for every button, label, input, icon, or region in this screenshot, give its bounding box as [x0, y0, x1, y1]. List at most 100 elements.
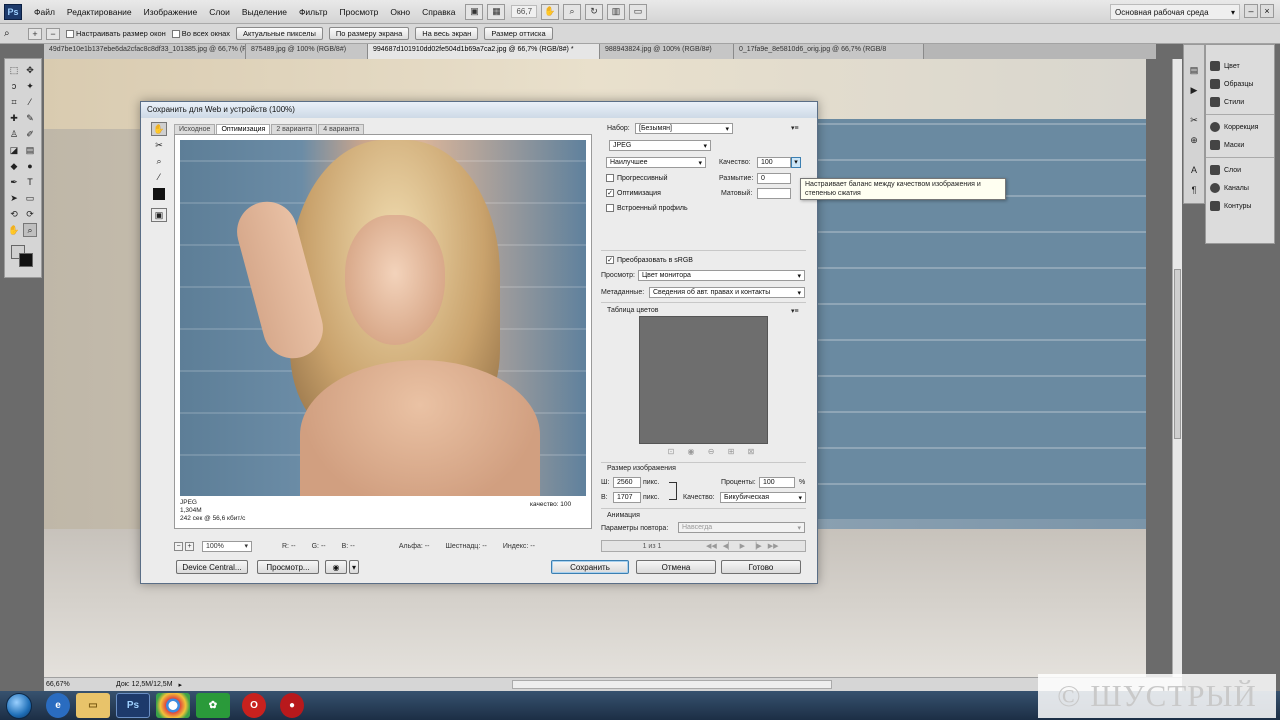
panel-color[interactable]: Цвет	[1206, 57, 1274, 75]
new-color-icon[interactable]: ⊞	[728, 447, 735, 457]
panel-masks[interactable]: Маски	[1206, 136, 1274, 154]
web-snap-icon[interactable]: ◉	[688, 447, 695, 457]
vertical-scrollbar[interactable]	[1172, 59, 1182, 677]
scrollbar-thumb[interactable]	[1174, 269, 1181, 439]
zoom-tool-icon[interactable]: ⌕	[151, 154, 167, 168]
horizontal-scrollbar[interactable]	[512, 680, 833, 689]
panel-adjustments[interactable]: Коррекция	[1206, 118, 1274, 136]
hand-tool-icon[interactable]: ✋	[541, 3, 560, 20]
preview-pane[interactable]: JPEG 1,304M 242 сек @ 56,6 кбит/с качест…	[174, 134, 592, 529]
panel-layers[interactable]: Слои	[1206, 161, 1274, 179]
history-panel-icon[interactable]: ▤	[1187, 63, 1201, 77]
hand-tool-icon[interactable]: ✋	[7, 223, 21, 237]
blur-input[interactable]: 0	[757, 173, 791, 184]
eyedropper-color-swatch[interactable]	[153, 188, 165, 200]
doc-tab-active[interactable]: 994687d101910dd02fe504d1b69a7ca2.jpg @ 6…	[368, 44, 600, 59]
panel-channels[interactable]: Каналы	[1206, 179, 1274, 197]
actions-panel-icon[interactable]: ▶	[1187, 83, 1201, 97]
menu-view[interactable]: Просмотр	[340, 7, 379, 17]
character-panel-icon[interactable]: A	[1187, 163, 1201, 177]
icq-icon[interactable]: ✿	[196, 693, 230, 718]
panel-paths[interactable]: Контуры	[1206, 197, 1274, 215]
doc-tab[interactable]: 988943824.jpg @ 100% (RGB/8#)	[600, 44, 734, 59]
menu-edit[interactable]: Редактирование	[67, 7, 132, 17]
done-button[interactable]: Готово	[721, 560, 801, 574]
move-tool-icon[interactable]: ✥	[23, 63, 37, 77]
quality-slider-toggle[interactable]: ▾	[791, 157, 801, 168]
eraser-tool-icon[interactable]: ◪	[7, 143, 21, 157]
menu-image[interactable]: Изображение	[144, 7, 198, 17]
zoom-select[interactable]: 100% ▾	[202, 540, 252, 552]
paragraph-panel-icon[interactable]: ¶	[1187, 183, 1201, 197]
height-input[interactable]: 1707	[613, 492, 641, 503]
zoom-in-icon[interactable]: +	[28, 27, 42, 40]
extras-icon[interactable]: ▦	[487, 3, 506, 20]
browser-icon[interactable]: ◉	[325, 560, 347, 574]
zoom-tool-icon[interactable]: ⌕	[23, 223, 37, 237]
internet-explorer-icon[interactable]: e	[46, 693, 70, 718]
zoom-out-button[interactable]: −	[174, 541, 183, 551]
chevron-down-icon[interactable]: ▾	[349, 560, 359, 574]
settings-menu-icon[interactable]: ▾≡	[791, 124, 799, 132]
blur-tool-icon[interactable]: ◆	[7, 159, 21, 173]
slice-select-icon[interactable]: ✂	[151, 138, 167, 152]
toggle-slices-icon[interactable]: ▣	[151, 208, 167, 222]
pen-tool-icon[interactable]: ✒	[7, 175, 21, 189]
cancel-button[interactable]: Отмена	[636, 560, 716, 574]
actual-pixels-button[interactable]: Актуальные пикселы	[236, 27, 323, 40]
healing-brush-icon[interactable]: ✚	[7, 111, 21, 125]
constrain-proportions-link-icon[interactable]	[669, 482, 677, 500]
panel-styles[interactable]: Стили	[1206, 93, 1274, 111]
fit-screen-button[interactable]: По размеру экрана	[328, 27, 410, 40]
matte-select[interactable]	[757, 188, 791, 199]
tab-optimized[interactable]: Оптимизация	[216, 124, 271, 134]
format-select[interactable]: JPEG ▾	[609, 140, 711, 151]
color-table-menu-icon[interactable]: ▾≡	[791, 307, 799, 315]
last-frame-icon[interactable]: ▶▶	[768, 542, 779, 550]
lock-color-icon[interactable]: ⊖	[708, 447, 715, 457]
shape-tool-icon[interactable]: ▭	[23, 191, 37, 205]
delete-color-icon[interactable]: ⊠	[748, 447, 755, 457]
map-color-icon[interactable]: ⊡	[668, 447, 675, 457]
crop-tool-icon[interactable]: ⌗	[7, 95, 21, 109]
print-size-button[interactable]: Размер оттиска	[484, 27, 553, 40]
width-input[interactable]: 2560	[613, 477, 641, 488]
brush-tool-icon[interactable]: ✎	[23, 111, 37, 125]
explorer-folder-icon[interactable]: ▭	[76, 693, 110, 718]
rotate-view-icon[interactable]: ↻	[585, 3, 604, 20]
hand-tool-icon[interactable]: ✋	[151, 122, 167, 136]
preview-in-browser-button[interactable]: Просмотр...	[257, 560, 319, 574]
prev-frame-icon[interactable]: ◀▏	[723, 542, 734, 550]
zoom-in-button[interactable]: +	[185, 541, 194, 551]
photoshop-taskbar-icon[interactable]: Ps	[116, 693, 150, 718]
clone-stamp-icon[interactable]: ♙	[7, 127, 21, 141]
status-zoom[interactable]: 66,67%	[44, 681, 74, 688]
screen-mode-icon[interactable]: ▭	[629, 3, 648, 20]
panel-swatches[interactable]: Образцы	[1206, 75, 1274, 93]
lasso-tool-icon[interactable]: ↄ	[7, 79, 21, 93]
eyedropper-tool-icon[interactable]: ⁄	[23, 95, 37, 109]
zoom-tool-icon[interactable]: ⌕	[563, 3, 582, 20]
chrome-icon[interactable]	[156, 693, 190, 718]
all-windows-checkbox[interactable]: Во всех окнах	[171, 29, 230, 38]
menu-file[interactable]: Файл	[34, 7, 55, 17]
resize-windows-checkbox[interactable]: Настраивать размер окон	[66, 29, 166, 38]
optimized-checkbox[interactable]: ✓ Оптимизация	[606, 189, 661, 197]
tab-4-up[interactable]: 4 варианта	[318, 124, 365, 134]
minimize-icon[interactable]: –	[1244, 4, 1258, 18]
3d-rotate-icon[interactable]: ⟲	[7, 207, 21, 221]
doc-tab[interactable]: 0_17fa9e_8e5810d6_orig.jpg @ 66,7% (RGB/…	[734, 44, 924, 59]
percent-input[interactable]: 100	[759, 477, 795, 488]
progressive-checkbox[interactable]: Прогрессивный	[606, 174, 668, 182]
close-icon[interactable]: ×	[1260, 4, 1274, 18]
type-tool-icon[interactable]: T	[23, 175, 37, 189]
metadata-select[interactable]: Сведения об авт. правах и контакты ▾	[649, 287, 805, 298]
preview-select[interactable]: Цвет монитора ▾	[638, 270, 805, 281]
clone-source-panel-icon[interactable]: ⊕	[1187, 133, 1201, 147]
magic-wand-icon[interactable]: ✦	[23, 79, 37, 93]
dodge-tool-icon[interactable]: ●	[23, 159, 37, 173]
recorder-icon[interactable]: ●	[280, 693, 304, 718]
color-table[interactable]	[639, 316, 768, 444]
quality-input[interactable]: 100	[757, 157, 791, 168]
menu-window[interactable]: Окно	[390, 7, 410, 17]
